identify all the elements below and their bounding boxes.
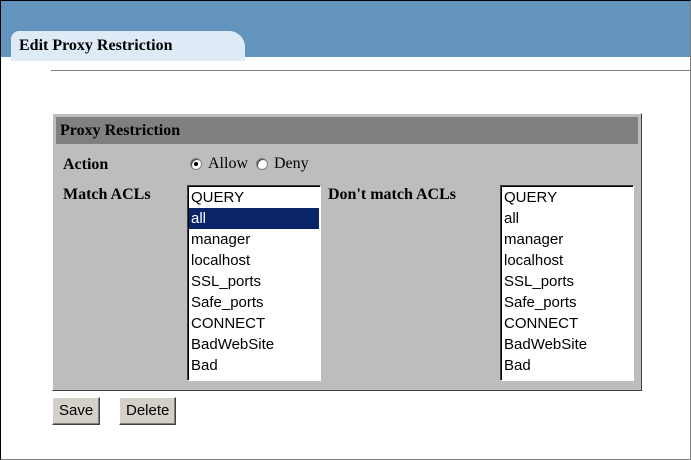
match-acl-option[interactable]: Bad [189,355,319,376]
dont-match-acl-option[interactable]: manager [502,229,632,250]
proxy-restriction-panel: Proxy Restriction Action Allow Deny Matc… [52,113,642,391]
dont-match-acl-option[interactable]: Safe_ports [502,292,632,313]
allow-radio[interactable] [190,158,202,170]
panel-header: Proxy Restriction [56,117,638,144]
deny-label[interactable]: Deny [274,155,309,173]
match-acl-option[interactable]: localhost [189,250,319,271]
panel-title: Proxy Restriction [60,122,181,139]
dont-match-acl-option[interactable]: CONNECT [502,313,632,334]
dont-match-acl-option[interactable]: SSL_ports [502,271,632,292]
save-button[interactable]: Save [52,397,101,425]
match-acls-label: Match ACLs [63,186,151,203]
dont-match-acl-option[interactable]: Bad [502,355,632,376]
delete-button[interactable]: Delete [119,397,177,425]
match-acls-listbox[interactable]: QUERY all manager localhost SSL_ports Safe_po… [187,185,321,381]
match-acl-option[interactable]: Safe_ports [189,292,319,313]
action-radio-group: Allow Deny [190,155,317,173]
dont-match-acl-option[interactable]: BadWebSite [502,334,632,355]
match-acl-option[interactable]: all [189,208,319,229]
match-acl-option[interactable]: QUERY [189,187,319,208]
dont-match-acl-option[interactable]: QUERY [502,187,632,208]
divider [51,70,690,72]
dont-match-acls-listbox[interactable]: QUERY all manager localhost SSL_ports Safe_po… [500,185,634,381]
allow-label[interactable]: Allow [208,155,248,173]
match-acl-option[interactable]: BadWebSite [189,334,319,355]
match-acl-option[interactable]: SSL_ports [189,271,319,292]
match-acl-option[interactable]: CONNECT [189,313,319,334]
match-acl-option[interactable]: manager [189,229,319,250]
dont-match-acl-option[interactable]: all [502,208,632,229]
dont-match-acls-label: Don't match ACLs [328,186,457,203]
action-label: Action [63,156,109,173]
window-frame: Edit Proxy Restriction Proxy Restriction… [0,0,691,460]
deny-radio[interactable] [256,158,268,170]
tab-label[interactable]: Edit Proxy Restriction [19,37,172,55]
dont-match-acl-option[interactable]: localhost [502,250,632,271]
